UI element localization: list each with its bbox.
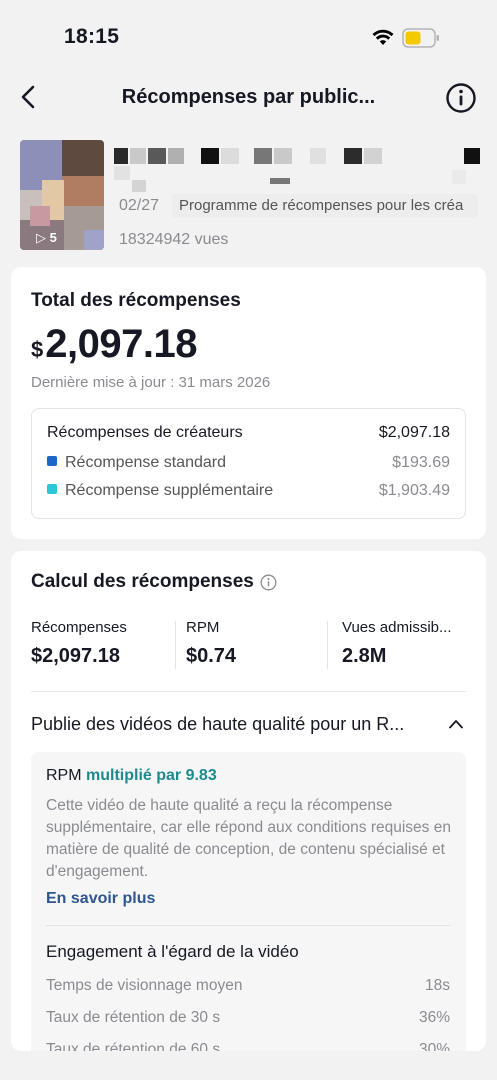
standard-reward-row: Récompense standard $193.69 <box>47 454 450 472</box>
engagement-row: Temps de visionnage moyen 18s <box>46 977 450 995</box>
rewards-calculation-card: Calcul des récompenses Récompenses $2,09… <box>11 551 486 1051</box>
creator-rewards-value: $2,097.18 <box>378 424 450 441</box>
calc-heading: Calcul des récompenses <box>31 571 277 593</box>
battery-icon <box>402 28 439 48</box>
standard-reward-label: Récompense standard <box>65 454 226 471</box>
section-divider <box>31 691 466 692</box>
extra-reward-label: Récompense supplémentaire <box>65 482 274 499</box>
rpm-multiplier-line: RPM multiplié par 9.83 <box>46 767 217 785</box>
metric-rewards: Récompenses $2,097.18 <box>31 619 171 671</box>
section-divider <box>46 925 451 926</box>
engagement-label: Taux de rétention de 60 s <box>46 1041 221 1051</box>
engagement-row: Taux de rétention de 30 s 36% <box>46 1009 450 1027</box>
extra-reward-row: Récompense supplémentaire $1,903.49 <box>47 482 450 500</box>
status-time: 18:15 <box>64 25 120 48</box>
extra-legend-dot <box>47 484 57 494</box>
metric-label: RPM <box>186 619 220 636</box>
engagement-label: Taux de rétention de 30 s <box>46 1009 221 1026</box>
video-views: 18324942 vues <box>119 231 229 248</box>
total-amount: $ 2,097.18 <box>31 322 197 367</box>
rewards-breakdown: Récompenses de créateurs $2,097.18 Récom… <box>31 408 466 519</box>
rpm-prefix: RPM <box>46 767 82 784</box>
quality-section-header[interactable]: Publie des vidéos de haute qualité pour … <box>31 714 466 738</box>
creator-rewards-label: Récompenses de créateurs <box>47 424 243 441</box>
video-date: 02/27 <box>119 197 160 214</box>
total-heading: Total des récompenses <box>31 290 241 311</box>
engagement-title: Engagement à l'égard de la vidéo <box>46 942 299 961</box>
rpm-details-box: RPM multiplié par 9.83 Cette vidéo de ha… <box>31 752 466 1051</box>
video-header: ▷ 5 02/27 Programme de récompenses pour … <box>0 138 497 256</box>
wifi-icon <box>372 29 394 45</box>
standard-reward-value: $193.69 <box>392 454 450 471</box>
last-updated: Dernière mise à jour : 31 mars 2026 <box>31 374 271 391</box>
metric-eligible-views: Vues admissib... 2.8M <box>342 619 471 671</box>
engagement-value: 36% <box>418 1009 450 1026</box>
metric-value: $0.74 <box>186 645 237 667</box>
metric-value: $2,097.18 <box>31 645 120 667</box>
metric-rpm: RPM $0.74 <box>186 619 316 671</box>
quality-section-title: Publie des vidéos de haute qualité pour … <box>31 714 405 734</box>
metric-label: Vues admissib... <box>342 619 452 636</box>
metrics-row: Récompenses $2,097.18 RPM $0.74 Vues adm… <box>31 619 471 671</box>
status-bar: 18:15 <box>0 0 497 74</box>
total-currency: $ <box>31 337 44 362</box>
metric-label: Récompenses <box>31 619 127 636</box>
calc-heading-label: Calcul des récompenses <box>31 571 254 592</box>
engagement-value: 18s <box>425 977 450 994</box>
chevron-up-icon[interactable] <box>448 718 464 730</box>
engagement-label: Temps de visionnage moyen <box>46 977 243 994</box>
thumbnail-overlay-icon: ▷ 5 <box>36 230 57 245</box>
info-icon[interactable] <box>260 574 277 591</box>
rpm-description: Cette vidéo de haute qualité a reçu la r… <box>46 797 451 880</box>
page: 18:15 Récompenses par public... ▷ 5 02/2… <box>0 0 497 1080</box>
learn-more-link[interactable]: En savoir plus <box>46 890 155 908</box>
back-icon[interactable] <box>18 84 40 110</box>
program-tag: Programme de récompenses pour les créa <box>172 194 478 218</box>
creator-rewards-row: Récompenses de créateurs $2,097.18 <box>47 424 450 442</box>
metric-divider <box>175 621 176 669</box>
total-rewards-card: Total des récompenses $ 2,097.18 Dernièr… <box>11 267 486 539</box>
blurred-video-title <box>114 148 480 192</box>
info-icon[interactable] <box>445 82 477 114</box>
video-thumbnail[interactable]: ▷ 5 <box>20 140 104 250</box>
metric-divider <box>327 621 328 669</box>
nav-bar: Récompenses par public... <box>0 74 497 122</box>
rpm-multiplier: multiplié par 9.83 <box>86 767 217 784</box>
page-title: Récompenses par public... <box>121 86 376 108</box>
total-value: 2,097.18 <box>45 322 197 366</box>
extra-reward-value: $1,903.49 <box>378 482 450 499</box>
engagement-row: Taux de rétention de 60 s 30% <box>46 1041 450 1051</box>
metric-value: 2.8M <box>342 645 387 667</box>
engagement-value: 30% <box>418 1041 450 1051</box>
standard-legend-dot <box>47 456 57 466</box>
